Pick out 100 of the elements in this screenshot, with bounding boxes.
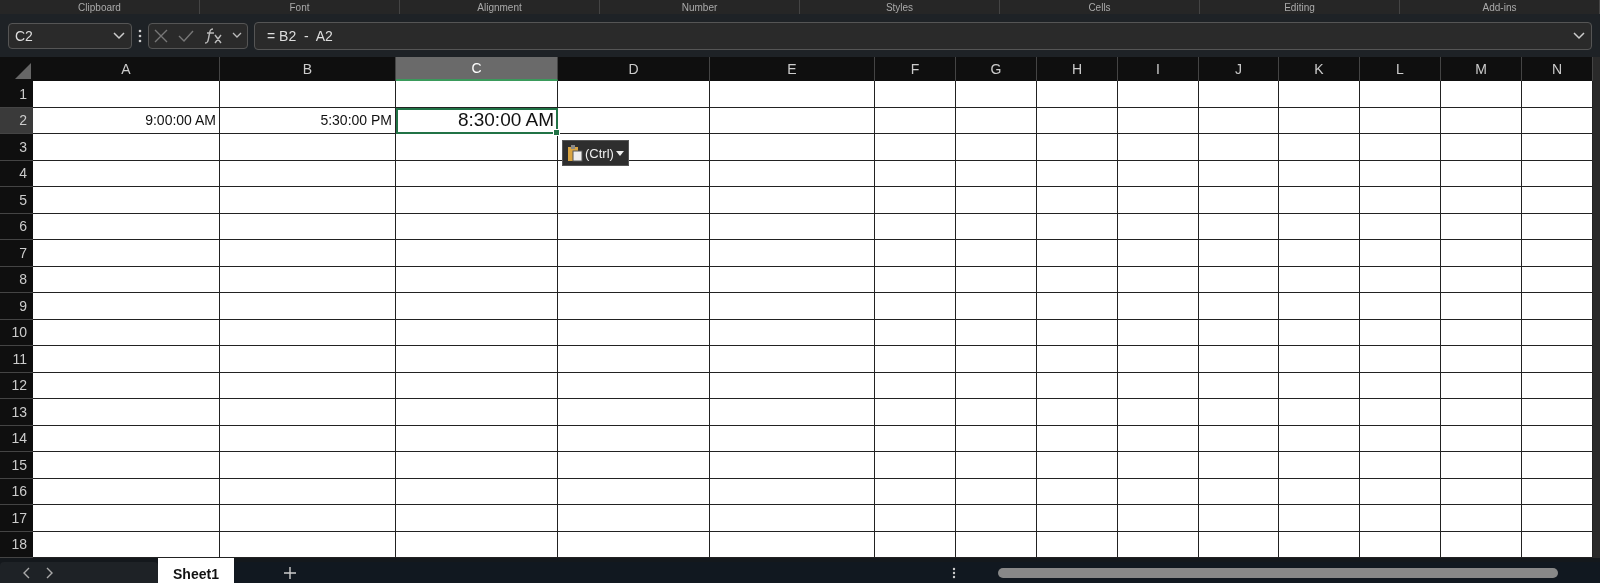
cell[interactable] [1522,505,1593,532]
cell[interactable] [220,293,396,320]
active-cell[interactable]: 8:30:00 AM [396,107,558,134]
cell[interactable] [396,319,558,346]
chevron-left-icon[interactable] [22,566,30,579]
cell[interactable] [1037,187,1118,214]
cell[interactable] [875,531,956,558]
cell[interactable] [875,293,956,320]
cell[interactable] [1279,531,1360,558]
row-header[interactable]: 7 [0,240,33,267]
cell[interactable] [558,372,710,399]
cell[interactable] [956,187,1037,214]
cell[interactable] [1360,531,1441,558]
cell[interactable] [1279,134,1360,161]
row-header[interactable]: 11 [0,346,33,373]
cell[interactable] [875,319,956,346]
paste-options-menu[interactable]: (Ctrl) [562,140,629,166]
cell[interactable] [396,531,558,558]
cell[interactable] [1118,160,1199,187]
cell[interactable] [956,452,1037,479]
cell[interactable] [1199,505,1279,532]
cell[interactable] [1441,319,1522,346]
cell[interactable] [1037,505,1118,532]
column-header[interactable]: K [1279,57,1360,81]
chevron-right-icon[interactable] [46,566,54,579]
cell[interactable] [1037,134,1118,161]
cell[interactable] [956,160,1037,187]
cell[interactable] [1118,266,1199,293]
cell[interactable] [396,81,558,108]
row-header[interactable]: 15 [0,452,33,479]
cell[interactable] [956,505,1037,532]
cell[interactable] [710,425,875,452]
row-header[interactable]: 14 [0,425,33,452]
row-header[interactable]: 17 [0,505,33,532]
cell[interactable] [1441,293,1522,320]
cell[interactable] [710,531,875,558]
cell[interactable] [220,266,396,293]
cell[interactable] [1199,319,1279,346]
scrollbar[interactable] [1593,57,1600,558]
cell[interactable] [1037,452,1118,479]
fill-handle[interactable] [553,129,560,136]
cell[interactable] [558,531,710,558]
cell[interactable] [1037,346,1118,373]
cell[interactable]: 9:00:00 AM [33,107,220,134]
cell[interactable] [1199,187,1279,214]
row-header[interactable]: 4 [0,160,33,187]
cell[interactable] [1118,213,1199,240]
cell[interactable] [875,478,956,505]
cell[interactable] [558,346,710,373]
cell[interactable] [1199,399,1279,426]
cell[interactable] [1037,266,1118,293]
cell[interactable] [710,187,875,214]
cell[interactable] [1441,505,1522,532]
cell[interactable] [33,134,220,161]
cell[interactable] [956,266,1037,293]
cell[interactable] [33,452,220,479]
cell[interactable] [1199,240,1279,267]
column-header[interactable]: H [1037,57,1118,81]
cell[interactable] [1522,478,1593,505]
cell[interactable] [396,452,558,479]
cell[interactable] [396,399,558,426]
cell[interactable] [1199,266,1279,293]
formula-field[interactable]: = B2 - A2 [254,21,1592,50]
cell[interactable] [875,134,956,161]
cell[interactable] [1360,319,1441,346]
cell[interactable] [1522,240,1593,267]
cell[interactable] [1279,187,1360,214]
cell[interactable] [1522,319,1593,346]
cell[interactable] [1441,107,1522,134]
cell[interactable] [875,240,956,267]
cell[interactable] [220,240,396,267]
cell[interactable] [875,505,956,532]
row-header[interactable]: 6 [0,213,33,240]
cell[interactable] [1199,107,1279,134]
cell[interactable] [1118,531,1199,558]
column-header[interactable]: E [710,57,875,81]
cell[interactable] [1279,425,1360,452]
cell[interactable] [956,399,1037,426]
cell[interactable] [875,399,956,426]
cell[interactable] [875,266,956,293]
cell[interactable] [1199,372,1279,399]
cell[interactable] [875,81,956,108]
cell[interactable] [710,319,875,346]
cell[interactable] [1118,81,1199,108]
cell[interactable] [220,319,396,346]
column-header[interactable]: B [220,57,396,81]
row-header[interactable]: 18 [0,531,33,558]
scrollbar[interactable] [998,567,1558,578]
cell[interactable] [956,478,1037,505]
column-header[interactable]: A [33,57,220,81]
cell[interactable] [1360,452,1441,479]
cell[interactable] [558,213,710,240]
cell[interactable] [1037,372,1118,399]
cell[interactable] [1441,531,1522,558]
column-header[interactable]: N [1522,57,1593,81]
cell[interactable] [710,372,875,399]
cell[interactable] [33,399,220,426]
cell[interactable] [875,107,956,134]
row-header[interactable]: 10 [0,319,33,346]
cell[interactable] [396,293,558,320]
